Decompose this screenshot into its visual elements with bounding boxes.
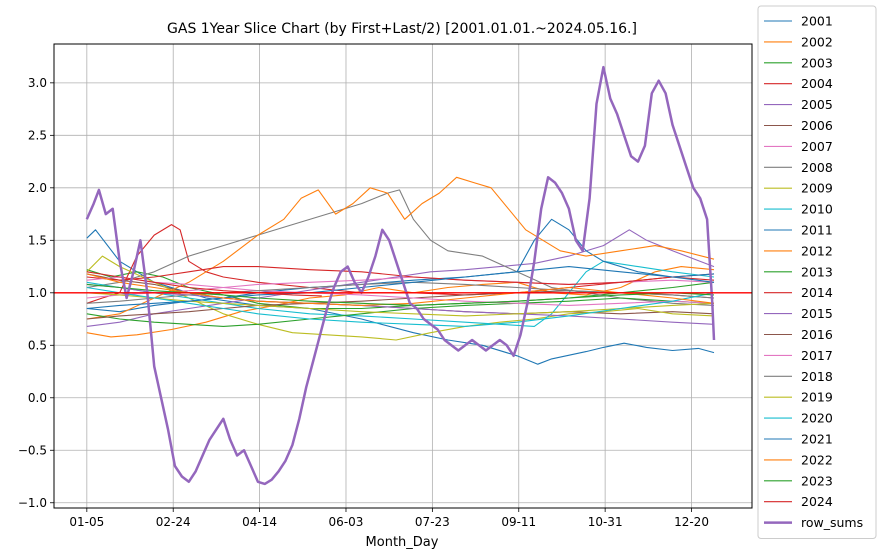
legend-label: 2006 <box>801 118 833 133</box>
legend-label: 2018 <box>801 369 833 384</box>
legend-label: 2019 <box>801 390 833 405</box>
legend-label: 2016 <box>801 327 833 342</box>
y-tick-label: 2.0 <box>28 181 47 195</box>
legend-label: 2020 <box>801 411 833 426</box>
legend-label: 2009 <box>801 181 833 196</box>
legend: 2001 2002 2003 2004 2005 2006 2007 2008 2009 2010… <box>757 5 877 539</box>
legend-label: 2008 <box>801 160 833 175</box>
legend-label: 2015 <box>801 306 833 321</box>
x-tick-label: 06-03 <box>329 515 364 529</box>
x-tick-label: 09-11 <box>501 515 536 529</box>
legend-label: 2013 <box>801 264 833 279</box>
legend-label: 2024 <box>801 494 833 509</box>
legend-label: 2021 <box>801 432 833 447</box>
x-axis-label: Month_Day <box>366 535 439 550</box>
legend-label: 2007 <box>801 139 833 154</box>
x-tick-label: 02-24 <box>156 515 191 529</box>
legend-label: 2002 <box>801 34 833 49</box>
legend-label: 2022 <box>801 452 833 467</box>
legend-label: 2004 <box>801 76 833 91</box>
legend-label: 2012 <box>801 243 833 258</box>
x-tick-label: 04-14 <box>242 515 277 529</box>
y-tick-label: 1.0 <box>28 286 47 300</box>
x-tick-label: 10-31 <box>588 515 623 529</box>
legend-label: 2001 <box>801 14 833 29</box>
y-tick-label: −0.5 <box>18 443 47 457</box>
legend-label: 2023 <box>801 473 833 488</box>
y-tick-label: 1.5 <box>28 233 47 247</box>
y-tick-label: 0.0 <box>28 391 47 405</box>
legend-label: 2017 <box>801 348 833 363</box>
y-tick-label: −1.0 <box>18 496 47 510</box>
chart: 01-05 02-24 04-14 06-03 07-23 09-11 10-31 12-20… <box>18 5 877 550</box>
chart-title: GAS 1Year Slice Chart (by First+Last/2) … <box>167 21 637 37</box>
legend-label: 2003 <box>801 55 833 70</box>
plot-area: 01-05 02-24 04-14 06-03 07-23 09-11 10-31 12-20… <box>18 43 753 529</box>
legend-label: row_sums <box>801 515 863 530</box>
x-tick-label: 01-05 <box>69 515 104 529</box>
legend-label: 2010 <box>801 202 833 217</box>
legend-label: 2011 <box>801 223 833 238</box>
legend-label: 2014 <box>801 285 833 300</box>
series-line-row_sums <box>85 65 716 486</box>
y-tick-label: 2.5 <box>28 128 47 142</box>
y-tick-label: 0.5 <box>28 338 47 352</box>
x-tick-label: 07-23 <box>415 515 450 529</box>
legend-label: 2005 <box>801 97 833 112</box>
x-tick-label: 12-20 <box>674 515 709 529</box>
y-tick-label: 3.0 <box>28 76 47 90</box>
